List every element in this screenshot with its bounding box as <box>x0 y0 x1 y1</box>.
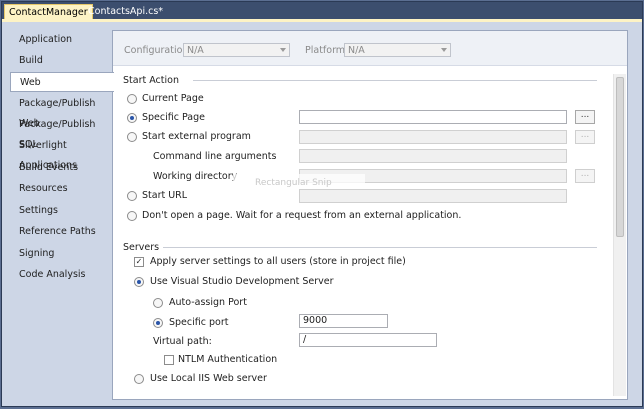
nav-item-silverlight-applications[interactable]: Silverlight Applications <box>10 136 110 171</box>
specific-port-label: Specific port <box>169 317 229 328</box>
chevron-down-icon <box>441 48 447 52</box>
dont-open-page-label: Don't open a page. Wait for a request fr… <box>142 210 462 221</box>
radio-specific-port[interactable] <box>153 318 163 328</box>
virtual-path-input[interactable]: / <box>299 333 437 347</box>
configuration-bar: Configuration: N/A Platform: N/A <box>113 31 627 66</box>
platform-value: N/A <box>348 45 365 56</box>
nav-item-settings[interactable]: Settings <box>10 201 110 221</box>
specific-port-input[interactable]: 9000 <box>299 314 388 328</box>
ntlm-authentication-checkbox[interactable] <box>164 355 174 365</box>
section-divider <box>193 80 597 81</box>
external-program-input[interactable] <box>299 130 567 144</box>
nav-item-package-publish-web[interactable]: Package/Publish Web <box>10 94 110 129</box>
nav-item-signing[interactable]: Signing <box>10 244 110 264</box>
radio-start-url[interactable] <box>127 191 137 201</box>
radio-auto-assign-port[interactable] <box>153 298 163 308</box>
tab-contactsapi[interactable]: ContactsApi.cs* <box>84 4 167 19</box>
platform-select[interactable]: N/A <box>344 43 451 57</box>
apply-all-users-checkbox[interactable]: ✓ <box>134 257 144 267</box>
radio-specific-page[interactable] <box>127 113 137 123</box>
ntlm-authentication-label: NTLM Authentication <box>178 354 278 365</box>
radio-use-local-iis[interactable] <box>134 374 144 384</box>
start-action-title: Start Action <box>123 75 179 86</box>
nav-item-resources[interactable]: Resources <box>10 179 110 199</box>
start-external-program-label: Start external program <box>142 131 251 142</box>
radio-current-page[interactable] <box>127 94 137 104</box>
nav-item-build[interactable]: Build <box>10 51 110 71</box>
radio-use-vs-dev-server[interactable] <box>134 277 144 287</box>
vertical-scrollbar[interactable] <box>613 74 626 396</box>
auto-assign-port-label: Auto-assign Port <box>169 297 247 308</box>
virtual-path-label: Virtual path: <box>153 336 212 347</box>
servers-title: Servers <box>123 242 160 253</box>
apply-all-users-label: Apply server settings to all users (stor… <box>150 256 406 267</box>
start-url-input[interactable] <box>299 189 567 203</box>
nav-item-reference-paths[interactable]: Reference Paths <box>10 222 110 242</box>
radio-start-external-program[interactable] <box>127 132 137 142</box>
configuration-select[interactable]: N/A <box>183 43 290 57</box>
configuration-value: N/A <box>187 45 204 56</box>
command-line-arguments-label: Command line arguments <box>153 151 277 162</box>
web-settings-panel: Configuration: N/A Platform: N/A Start A… <box>112 30 628 400</box>
current-page-label: Current Page <box>142 93 204 104</box>
specific-page-browse-button[interactable]: ... <box>575 110 595 124</box>
external-program-browse-button[interactable]: ... <box>575 130 595 144</box>
use-vs-dev-server-label: Use Visual Studio Development Server <box>150 276 334 287</box>
nav-item-build-events[interactable]: Build Events <box>10 158 110 178</box>
nav-item-package-publish-sql[interactable]: Package/Publish SQL <box>10 115 110 150</box>
configuration-label: Configuration: <box>124 45 192 56</box>
radio-dont-open-page[interactable] <box>127 211 137 221</box>
specific-page-input[interactable] <box>299 110 567 124</box>
tab-contactmanager[interactable]: ContactManager <box>4 4 93 20</box>
nav-item-web[interactable]: Web <box>10 72 114 92</box>
use-local-iis-label: Use Local IIS Web server <box>150 373 267 384</box>
properties-content: Application Build Web Package/Publish We… <box>2 22 642 406</box>
property-pages-nav: Application Build Web Package/Publish We… <box>10 30 114 396</box>
scrollbar-thumb[interactable] <box>616 77 624 237</box>
nav-item-application[interactable]: Application <box>10 30 110 50</box>
document-tab-strip: ContactManager ContactsApi.cs* <box>2 2 642 20</box>
nav-item-code-analysis[interactable]: Code Analysis <box>10 265 110 285</box>
chevron-down-icon <box>280 48 286 52</box>
specific-page-label: Specific Page <box>142 112 205 123</box>
start-url-label: Start URL <box>142 190 188 201</box>
command-line-arguments-input[interactable] <box>299 149 567 163</box>
working-directory-browse-button[interactable]: ... <box>575 169 595 183</box>
window-frame: ContactManager ContactsApi.cs* Applicati… <box>1 1 643 407</box>
section-divider <box>163 247 597 248</box>
platform-label: Platform: <box>305 45 349 56</box>
working-directory-label: Working directory <box>153 171 238 182</box>
